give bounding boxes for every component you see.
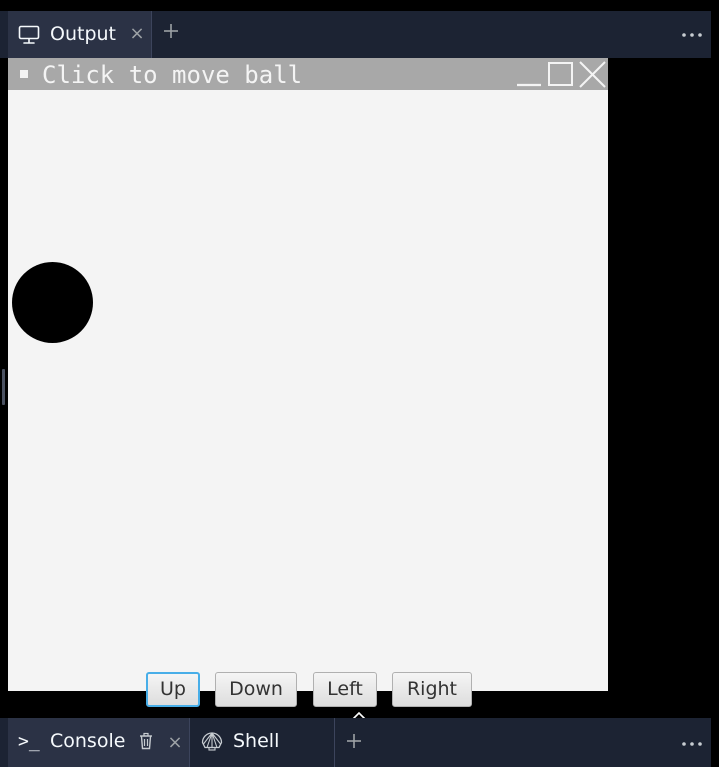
monitor-icon (18, 25, 40, 45)
window-title-bar[interactable]: Click to move ball (8, 58, 608, 90)
trash-icon[interactable] (138, 732, 154, 750)
up-button[interactable]: Up (146, 672, 200, 707)
tab-shell[interactable]: Shell (191, 718, 335, 767)
window-title: Click to move ball (42, 61, 303, 89)
ellipsis-icon[interactable] (681, 25, 703, 45)
down-button[interactable]: Down (215, 672, 297, 707)
right-button[interactable]: Right (392, 672, 472, 707)
ball-canvas[interactable]: Up Down Left Right (8, 90, 608, 707)
plus-icon[interactable] (161, 21, 181, 41)
window-menu-icon[interactable] (20, 70, 28, 78)
tab-output-label: Output (50, 23, 116, 45)
tab-console[interactable]: >_ Console × (8, 718, 190, 767)
minimize-icon[interactable] (516, 60, 542, 88)
plus-icon[interactable] (344, 731, 364, 751)
close-tab-console-icon[interactable]: × (167, 734, 183, 752)
close-tab-output-icon[interactable]: × (129, 25, 145, 43)
shell-icon (201, 730, 223, 752)
close-icon[interactable] (578, 60, 608, 88)
chevron-up-icon[interactable] (351, 706, 367, 720)
tab-console-label: Console (50, 730, 126, 752)
tab-output[interactable]: Output × (8, 11, 152, 58)
ellipsis-icon[interactable] (681, 734, 703, 754)
panel-resize-handle[interactable] (2, 369, 5, 405)
maximize-icon[interactable] (547, 60, 575, 88)
app-window: Click to move ball Up Down Left Right (8, 58, 608, 707)
left-button[interactable]: Left (313, 672, 377, 707)
tab-shell-label: Shell (233, 730, 280, 752)
terminal-prompt-icon: >_ (18, 731, 40, 752)
ball (12, 262, 93, 343)
